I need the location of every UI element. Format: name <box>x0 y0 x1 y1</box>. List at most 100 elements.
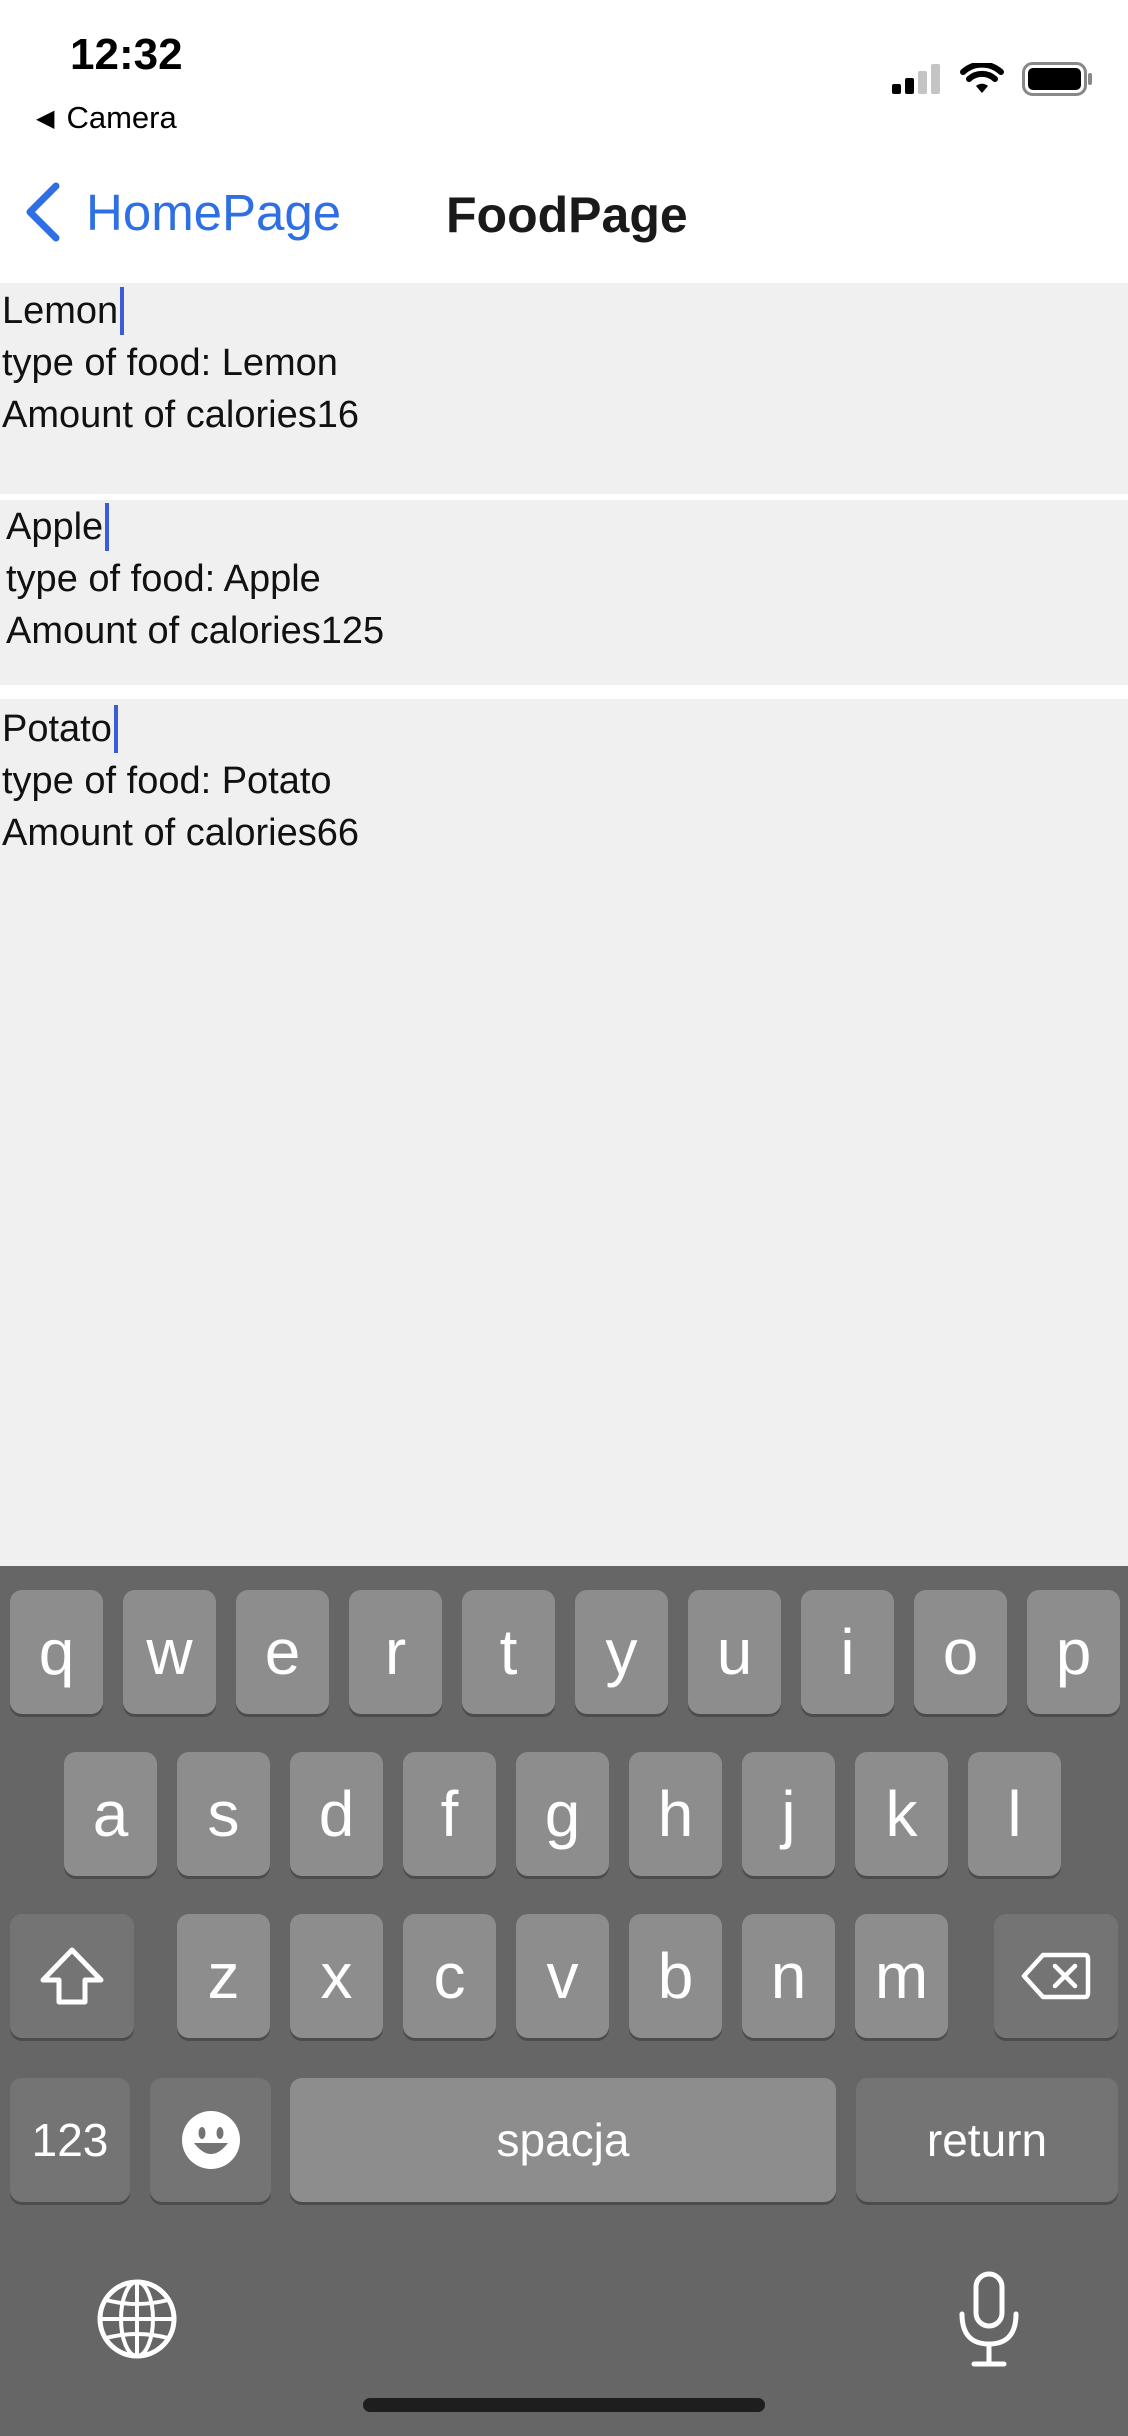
text-cursor <box>120 287 125 335</box>
key-label: i <box>840 1616 855 1688</box>
key-t[interactable]: t <box>462 1590 555 1714</box>
backspace-key[interactable] <box>994 1914 1118 2038</box>
divider <box>0 494 1128 500</box>
key-label: y <box>605 1616 638 1688</box>
food-type-label: type of food: Lemon <box>2 342 338 384</box>
food-list: Lemon type of food: Lemon Amount of calo… <box>0 283 1128 1566</box>
nav-back-label: HomePage <box>86 183 342 241</box>
key-i[interactable]: i <box>801 1590 894 1714</box>
food-name-field[interactable]: Apple <box>6 501 384 553</box>
shift-key[interactable] <box>10 1914 134 2038</box>
chevron-left-icon <box>26 182 60 242</box>
food-calories-label: Amount of calories16 <box>2 394 359 436</box>
key-label: h <box>657 1778 694 1850</box>
back-triangle-icon: ◀ <box>36 104 55 132</box>
signal-icon <box>892 64 940 94</box>
key-label: e <box>264 1616 301 1688</box>
nav-back-button[interactable]: HomePage <box>24 182 341 242</box>
food-item-potato[interactable]: Potato type of food: Potato Amount of ca… <box>2 703 359 859</box>
page-title: FoodPage <box>446 187 688 243</box>
food-item-apple[interactable]: Apple type of food: Apple Amount of calo… <box>6 501 384 657</box>
key-b[interactable]: b <box>629 1914 722 2038</box>
key-g[interactable]: g <box>516 1752 609 1876</box>
space-key[interactable]: spacja <box>290 2078 836 2202</box>
key-label: q <box>38 1616 75 1688</box>
food-calories-label: Amount of calories125 <box>6 610 385 652</box>
food-type-label: type of food: Potato <box>2 760 332 802</box>
key-e[interactable]: e <box>236 1590 329 1714</box>
food-calories-label: Amount of calories66 <box>2 812 359 854</box>
key-label: r <box>384 1616 407 1688</box>
key-y[interactable]: y <box>575 1590 668 1714</box>
key-d[interactable]: d <box>290 1752 383 1876</box>
numbers-key[interactable]: 123 <box>10 2078 130 2202</box>
key-label: o <box>942 1616 979 1688</box>
microphone-icon[interactable] <box>954 2270 1024 2370</box>
key-q[interactable]: q <box>10 1590 103 1714</box>
key-s[interactable]: s <box>177 1752 270 1876</box>
emoji-key[interactable] <box>150 2078 271 2202</box>
food-item-lemon[interactable]: Lemon type of food: Lemon Amount of calo… <box>2 285 359 441</box>
key-label: v <box>546 1940 579 2012</box>
key-label: t <box>499 1616 518 1688</box>
key-label: x <box>320 1940 353 2012</box>
key-a[interactable]: a <box>64 1752 157 1876</box>
key-x[interactable]: x <box>290 1914 383 2038</box>
key-label: s <box>207 1778 240 1850</box>
key-m[interactable]: m <box>855 1914 948 2038</box>
key-label: p <box>1055 1616 1092 1688</box>
key-l[interactable]: l <box>968 1752 1061 1876</box>
return-key[interactable]: return <box>856 2078 1118 2202</box>
key-label: c <box>433 1940 466 2012</box>
key-label: 123 <box>31 2114 109 2166</box>
key-label: k <box>885 1778 918 1850</box>
key-label: a <box>92 1778 129 1850</box>
key-label: b <box>657 1940 694 2012</box>
key-label: z <box>207 1940 240 2012</box>
key-label: f <box>440 1778 459 1850</box>
key-h[interactable]: h <box>629 1752 722 1876</box>
key-label: g <box>544 1778 581 1850</box>
status-icons <box>892 62 1094 96</box>
key-label: d <box>318 1778 355 1850</box>
food-name-text: Lemon <box>2 290 119 332</box>
food-name-text: Potato <box>2 708 112 750</box>
back-to-app-link[interactable]: ◀ Camera <box>36 100 177 136</box>
globe-icon[interactable] <box>96 2278 178 2360</box>
key-label: n <box>770 1940 807 2012</box>
shift-icon <box>40 1947 104 2005</box>
status-time: 12:32 <box>70 30 183 79</box>
text-cursor <box>105 503 110 551</box>
food-name-field[interactable]: Lemon <box>2 285 359 337</box>
key-j[interactable]: j <box>742 1752 835 1876</box>
home-indicator[interactable] <box>363 2398 765 2412</box>
key-o[interactable]: o <box>914 1590 1007 1714</box>
screen: 12:32 ◀ Camera HomePage FoodPage Lemon t… <box>0 0 1128 2436</box>
key-c[interactable]: c <box>403 1914 496 2038</box>
key-label: l <box>1007 1778 1022 1850</box>
key-p[interactable]: p <box>1027 1590 1120 1714</box>
food-name-text: Apple <box>6 506 104 548</box>
divider <box>0 685 1128 699</box>
key-label: spacja <box>496 2114 630 2166</box>
key-w[interactable]: w <box>123 1590 216 1714</box>
food-name-field[interactable]: Potato <box>2 703 359 755</box>
key-label: j <box>781 1778 796 1850</box>
food-type-label: type of food: Apple <box>6 558 321 600</box>
key-k[interactable]: k <box>855 1752 948 1876</box>
key-n[interactable]: n <box>742 1914 835 2038</box>
back-app-label: Camera <box>66 100 177 135</box>
text-cursor <box>113 705 118 753</box>
key-u[interactable]: u <box>688 1590 781 1714</box>
battery-icon <box>1022 62 1092 96</box>
key-z[interactable]: z <box>177 1914 270 2038</box>
key-r[interactable]: r <box>349 1590 442 1714</box>
emoji-icon <box>181 2111 240 2169</box>
key-f[interactable]: f <box>403 1752 496 1876</box>
wifi-icon <box>960 63 1004 93</box>
key-label: w <box>146 1616 193 1688</box>
keyboard: q w e r t y u i o p a s d f g h j k l z … <box>0 1566 1128 2436</box>
backspace-icon <box>1021 1952 1091 2000</box>
key-v[interactable]: v <box>516 1914 609 2038</box>
key-label: m <box>874 1940 929 2012</box>
